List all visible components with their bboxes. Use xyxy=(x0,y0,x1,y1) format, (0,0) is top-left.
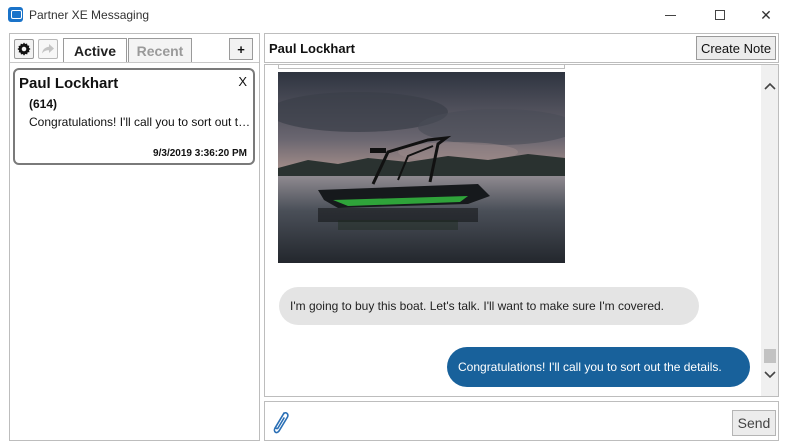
forward-arrow-icon xyxy=(42,44,54,54)
message-input[interactable] xyxy=(297,406,727,436)
conversation-name: Paul Lockhart xyxy=(19,75,119,92)
chevron-up-icon xyxy=(764,82,776,90)
attach-button[interactable] xyxy=(267,406,293,438)
maximize-icon xyxy=(715,10,725,20)
paperclip-icon xyxy=(273,411,289,434)
conversation-timestamp: 9/3/2019 3:36:20 PM xyxy=(153,148,247,159)
conversation-count: (614) xyxy=(29,97,58,111)
close-icon: ✕ xyxy=(760,6,772,23)
add-conversation-button[interactable]: + xyxy=(229,38,253,60)
scroll-up-button[interactable] xyxy=(761,77,778,95)
previous-image-frame xyxy=(278,65,565,69)
send-button[interactable]: Send xyxy=(732,410,776,436)
gear-icon xyxy=(17,42,31,56)
settings-button[interactable] xyxy=(14,39,34,59)
forward-button[interactable] xyxy=(38,39,58,59)
window-title: Partner XE Messaging xyxy=(29,8,150,22)
minimize-icon xyxy=(664,14,676,16)
contact-name: Paul Lockhart xyxy=(269,41,355,56)
conversation-header: Paul Lockhart Create Note xyxy=(264,33,779,63)
close-conversation-button[interactable]: X xyxy=(238,74,247,89)
chevron-down-icon xyxy=(764,371,776,379)
title-bar: Partner XE Messaging ✕ xyxy=(0,0,785,30)
close-window-button[interactable]: ✕ xyxy=(751,2,781,28)
tab-divider xyxy=(10,62,259,63)
thread-scrollbar[interactable] xyxy=(761,65,778,396)
incoming-message: I'm going to buy this boat. Let's talk. … xyxy=(279,287,699,325)
conversation-card[interactable]: Paul Lockhart X (614) Congratulations! I… xyxy=(13,68,255,165)
conversation-preview: Congratulations! I'll call you to sort o… xyxy=(29,115,251,129)
boat-photo xyxy=(278,72,565,263)
tab-active[interactable]: Active xyxy=(63,38,127,62)
scroll-down-button[interactable] xyxy=(761,366,778,384)
tab-recent[interactable]: Recent xyxy=(128,38,192,62)
minimize-button[interactable] xyxy=(655,2,685,28)
conversation-sidebar: Active Recent + Paul Lockhart X (614) Co… xyxy=(9,33,260,441)
maximize-button[interactable] xyxy=(705,2,735,28)
compose-bar: Send xyxy=(264,401,779,441)
create-note-button[interactable]: Create Note xyxy=(696,36,776,60)
boat-image[interactable] xyxy=(278,72,565,263)
outgoing-message: Congratulations! I'll call you to sort o… xyxy=(447,347,750,387)
message-thread: I'm going to buy this boat. Let's talk. … xyxy=(264,64,779,397)
app-icon xyxy=(8,7,23,22)
scroll-thumb[interactable] xyxy=(764,349,776,363)
